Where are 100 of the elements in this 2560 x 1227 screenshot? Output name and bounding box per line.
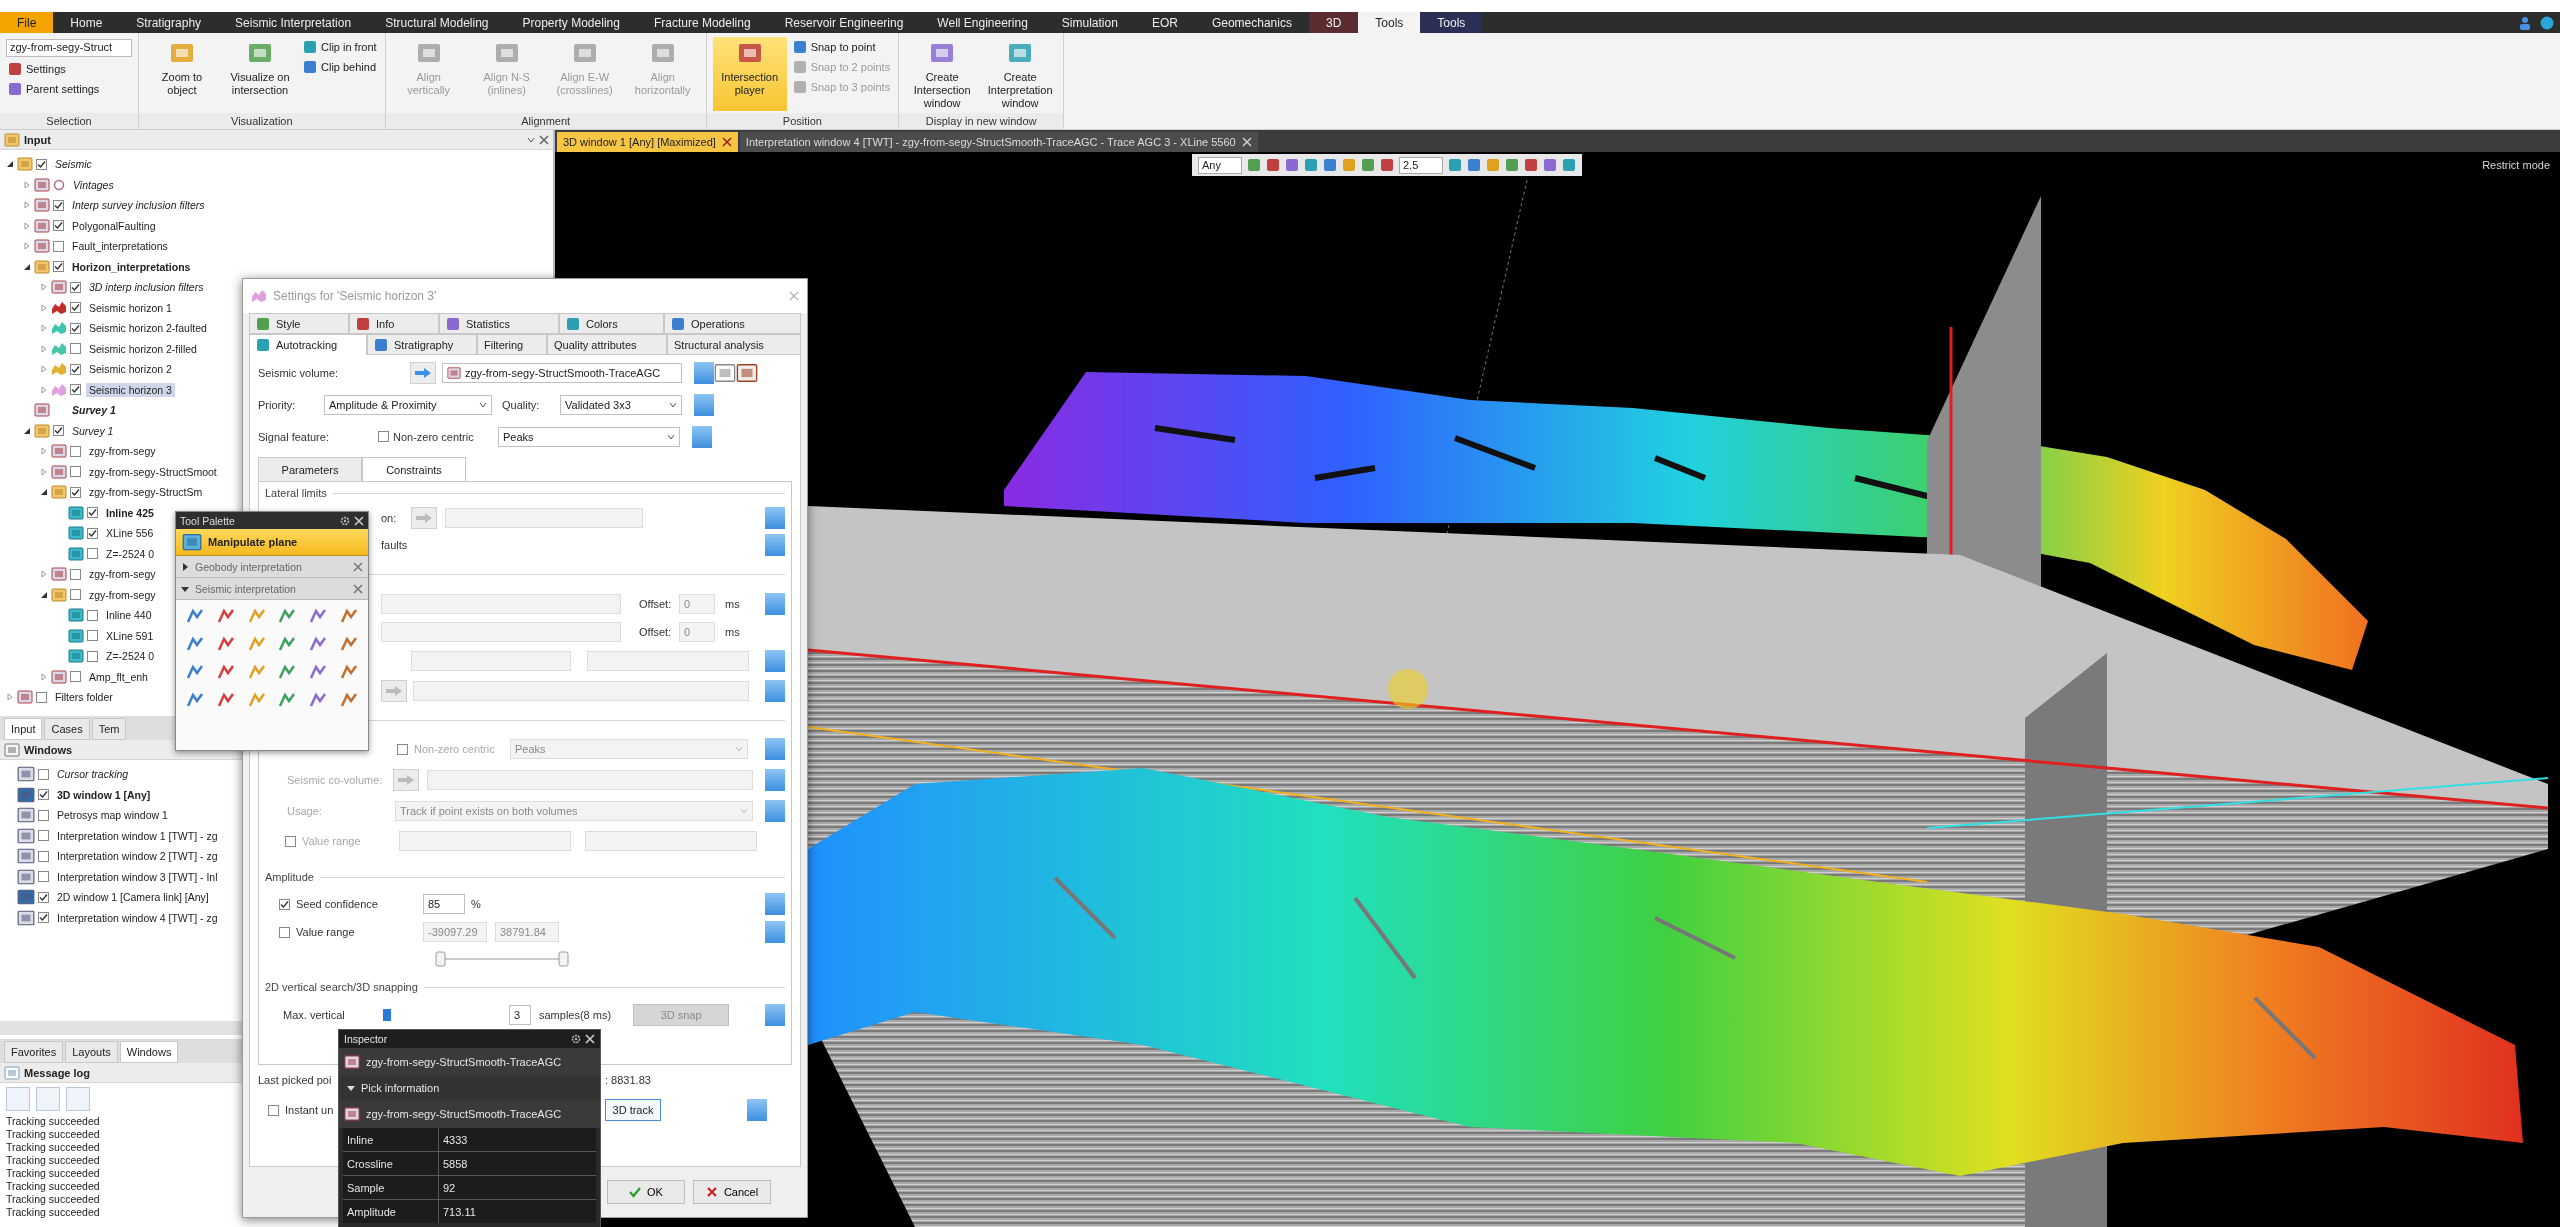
expand-arrow-icon[interactable] xyxy=(23,426,31,435)
tool-icon[interactable] xyxy=(339,691,358,709)
panel-tab[interactable]: Tem xyxy=(91,718,127,740)
input-field[interactable] xyxy=(413,681,749,701)
tool-icon[interactable] xyxy=(309,607,327,625)
feature-dropdown[interactable]: Peaks xyxy=(498,426,680,447)
window-item[interactable]: Interpretation window 1 [TWT] - zg xyxy=(54,828,221,843)
checkbox[interactable] xyxy=(70,671,81,683)
menu-tab[interactable]: Geomechanics xyxy=(1194,12,1309,33)
tree-item[interactable]: Vintages xyxy=(70,177,117,192)
tree-item[interactable]: Horizon_interpretations xyxy=(69,259,194,274)
tool-icon[interactable] xyxy=(247,663,266,681)
tool-icon[interactable] xyxy=(339,635,358,653)
tool-icon[interactable] xyxy=(309,691,327,709)
expand-arrow-icon[interactable] xyxy=(181,584,189,593)
active-tool[interactable]: Manipulate plane xyxy=(176,529,368,556)
settings-tab[interactable]: Quality attributes xyxy=(547,334,667,355)
tree-item[interactable]: Seismic horizon 2 xyxy=(86,362,175,377)
ribbon-button[interactable]: Create Interpretation window xyxy=(983,37,1058,111)
checkbox[interactable] xyxy=(53,240,64,252)
tool-icon[interactable] xyxy=(309,635,327,653)
checkbox[interactable] xyxy=(38,809,49,821)
checkbox[interactable] xyxy=(70,486,81,498)
selection-field[interactable]: zgy-from-segy-Struct xyxy=(6,39,132,57)
menu-tab[interactable]: Fracture Modeling xyxy=(636,12,768,33)
tool-icon[interactable] xyxy=(339,663,358,681)
range-slider[interactable] xyxy=(435,951,569,967)
ribbon-button[interactable]: Clip behind xyxy=(301,59,379,75)
ribbon-button[interactable]: Parent settings xyxy=(6,81,132,97)
checkbox[interactable] xyxy=(268,1104,279,1116)
expand-arrow-icon[interactable] xyxy=(40,488,48,497)
checkbox[interactable] xyxy=(53,425,64,437)
checkbox[interactable] xyxy=(53,261,64,273)
ribbon-button[interactable]: Zoom to object xyxy=(145,37,219,111)
tool-icon[interactable] xyxy=(186,691,205,709)
window-item[interactable]: 2D window 1 [Camera link] [Any] xyxy=(54,890,212,905)
tool-icon[interactable] xyxy=(186,663,205,681)
menu-tab[interactable]: Reservoir Engineering xyxy=(767,12,921,33)
tool-icon[interactable] xyxy=(186,607,205,625)
tool-icon[interactable] xyxy=(217,607,235,625)
tool-icon[interactable] xyxy=(339,607,358,625)
checkbox[interactable] xyxy=(38,871,49,883)
settings-tab[interactable]: Autotracking xyxy=(249,334,367,355)
window-item[interactable]: Interpretation window 4 [TWT] - zg xyxy=(54,910,221,925)
user-icon[interactable] xyxy=(2518,15,2532,30)
panel-tab[interactable]: Windows xyxy=(119,1041,179,1063)
input-field[interactable] xyxy=(411,651,571,671)
help-button[interactable] xyxy=(765,680,785,702)
tool-icon[interactable] xyxy=(217,691,235,709)
checkbox[interactable] xyxy=(87,609,98,621)
window-item[interactable]: Interpretation window 2 [TWT] - zg xyxy=(54,849,221,864)
tree-item[interactable]: Amp_flt_enh xyxy=(86,669,151,684)
help-button[interactable] xyxy=(765,650,785,672)
menu-tab[interactable]: 3D xyxy=(1308,12,1359,33)
ribbon-button[interactable]: Create Intersection window xyxy=(905,37,980,111)
checkbox[interactable] xyxy=(38,891,49,903)
window-item[interactable]: Cursor tracking xyxy=(54,767,132,782)
input-field[interactable] xyxy=(381,622,621,642)
expand-arrow-icon[interactable] xyxy=(347,1084,355,1092)
ribbon-button[interactable]: Visualize on intersection xyxy=(223,37,297,111)
checkbox[interactable] xyxy=(70,466,81,478)
help-button[interactable] xyxy=(765,534,785,556)
checkbox[interactable] xyxy=(38,789,49,801)
menu-tab[interactable]: EOR xyxy=(1134,12,1195,33)
tree-item[interactable]: Seismic horizon 3 xyxy=(86,382,175,397)
scale-field[interactable]: 2.5 xyxy=(1399,156,1443,174)
ribbon-button[interactable]: Settings xyxy=(6,61,132,77)
settings-icon[interactable] xyxy=(571,1034,581,1044)
checkbox[interactable] xyxy=(36,691,47,703)
checkbox[interactable] xyxy=(70,384,81,396)
window-item[interactable]: Interpretation window 3 [TWT] - Inl xyxy=(54,869,221,884)
checkbox[interactable] xyxy=(70,302,81,314)
help-button[interactable] xyxy=(765,593,785,615)
window-item[interactable]: Petrosys map window 1 xyxy=(54,808,171,823)
help-button[interactable] xyxy=(765,921,785,943)
close-icon[interactable] xyxy=(721,137,732,147)
seed-field[interactable]: 85 xyxy=(423,894,465,914)
tool-icon[interactable] xyxy=(247,635,266,653)
tool-icon[interactable] xyxy=(309,663,327,681)
help-button[interactable] xyxy=(765,893,785,915)
checkbox[interactable] xyxy=(378,431,389,442)
dialog-button[interactable]: Cancel xyxy=(693,1180,771,1204)
help-button[interactable] xyxy=(765,769,785,791)
tree-item[interactable]: Seismic xyxy=(52,157,95,172)
tree-item[interactable]: Z=-2524 0 xyxy=(103,649,158,664)
tree-item[interactable]: XLine 556 xyxy=(103,526,157,541)
settings-icon[interactable] xyxy=(340,515,350,526)
tree-item[interactable]: Seismic horizon 1 xyxy=(86,300,175,315)
tool-icon[interactable] xyxy=(247,691,266,709)
help-button[interactable] xyxy=(694,393,714,416)
quality-dropdown[interactable]: Validated 3x3 xyxy=(560,394,682,415)
input-field[interactable] xyxy=(381,594,621,614)
tree-item[interactable]: Seismic horizon 2-filled xyxy=(86,341,200,356)
checkbox[interactable] xyxy=(87,650,98,662)
sub-tab[interactable]: Parameters xyxy=(258,457,362,481)
checkbox[interactable] xyxy=(53,220,64,232)
tree-item[interactable]: Seismic horizon 2-faulted xyxy=(86,321,210,336)
panel-tab[interactable]: Favorites xyxy=(4,1041,64,1063)
input-field[interactable] xyxy=(585,831,757,851)
tree-item[interactable]: Z=-2524 0 xyxy=(103,546,158,561)
